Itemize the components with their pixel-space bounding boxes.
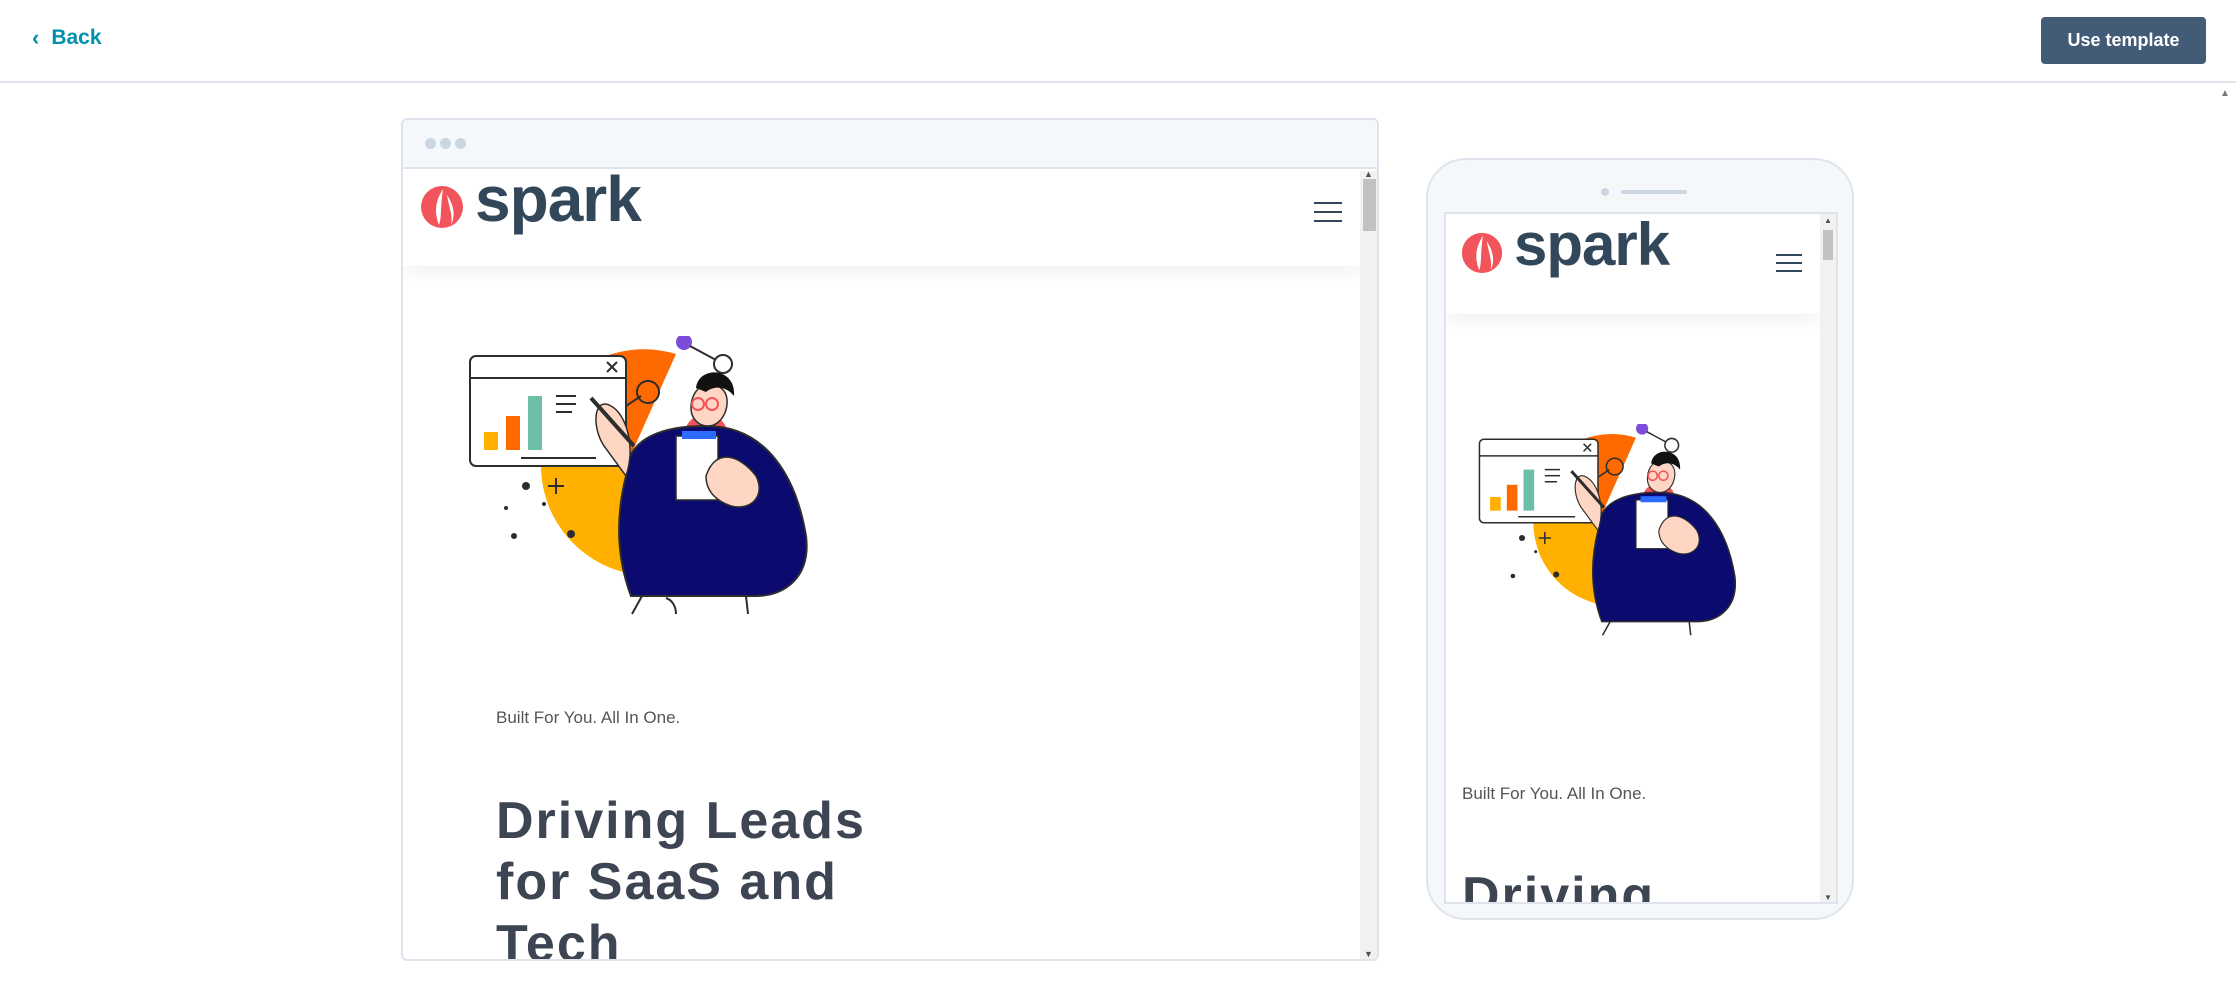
scrollbar-thumb[interactable] xyxy=(1363,179,1376,231)
back-label: Back xyxy=(51,26,102,49)
hamburger-menu-icon[interactable] xyxy=(1314,202,1342,222)
logo-text: spark xyxy=(475,171,642,235)
site-logo[interactable]: spark xyxy=(419,171,642,231)
desktop-preview-viewport[interactable]: spark Built For You. All In One. Driving… xyxy=(403,171,1360,961)
mobile-hero-illustration xyxy=(1478,424,1737,636)
flame-logo-icon xyxy=(421,186,463,228)
window-dot-3 xyxy=(455,138,466,149)
mobile-preview-frame: spark Built For You. All In One. Driving… xyxy=(1426,158,1854,920)
phone-speaker xyxy=(1621,190,1687,194)
scroll-down-arrow[interactable]: ▼ xyxy=(1364,949,1373,959)
scroll-up-arrow[interactable]: ▲ xyxy=(1364,169,1373,179)
chevron-left-icon: ‹ xyxy=(32,25,40,50)
scroll-up-arrow[interactable]: ▲ xyxy=(1824,216,1832,225)
mobile-preview-screen: spark Built For You. All In One. Driving… xyxy=(1444,212,1838,904)
scrollbar-thumb[interactable] xyxy=(1823,230,1833,260)
window-dot-2 xyxy=(440,138,451,149)
hamburger-menu-icon[interactable] xyxy=(1776,254,1802,272)
hero-title: Driving Leads for SaaS and Tech xyxy=(496,791,1056,961)
flame-logo-icon xyxy=(1461,232,1503,273)
desktop-preview-scrollbar[interactable]: ▲ ▼ xyxy=(1360,169,1377,959)
desktop-preview-frame: spark Built For You. All In One. Driving… xyxy=(401,118,1379,961)
hero-tagline: Built For You. All In One. xyxy=(496,708,681,727)
scroll-down-arrow[interactable]: ▼ xyxy=(1824,893,1832,902)
page-scroll-up-arrow[interactable]: ▲ xyxy=(2220,88,2230,99)
browser-chrome-bar xyxy=(403,120,1377,169)
mobile-site-header: spark xyxy=(1446,214,1820,314)
top-bar: ‹ Back Use template xyxy=(0,0,2236,83)
hero-illustration xyxy=(469,336,808,615)
window-dot-1 xyxy=(425,138,436,149)
mobile-hero-tagline: Built For You. All In One. xyxy=(1462,784,1647,803)
back-button[interactable]: ‹ Back xyxy=(32,26,102,50)
mobile-hero-title: Driving xyxy=(1462,867,1656,904)
hero-title-line-2: for SaaS and xyxy=(496,853,838,912)
mobile-preview-viewport[interactable]: spark Built For You. All In One. Driving xyxy=(1446,214,1820,904)
hero-title-line-1: Driving Leads xyxy=(496,792,866,850)
site-header: spark xyxy=(403,171,1360,266)
mobile-logo-text: spark xyxy=(1514,214,1670,278)
use-template-button[interactable]: Use template xyxy=(2041,17,2206,64)
mobile-preview-scrollbar[interactable]: ▲ ▼ xyxy=(1820,214,1836,902)
phone-camera xyxy=(1601,188,1609,196)
hero-title-line-3: Tech xyxy=(496,914,622,961)
mobile-site-logo[interactable]: spark xyxy=(1460,215,1670,275)
